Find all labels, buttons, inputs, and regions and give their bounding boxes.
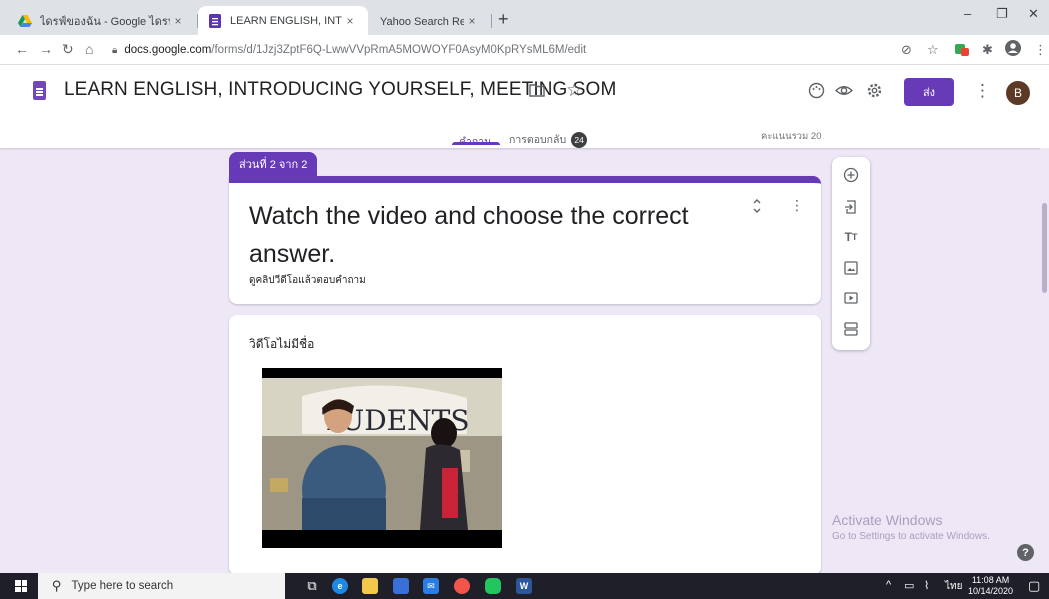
windows-start-icon[interactable]: [15, 580, 27, 592]
maximize-button[interactable]: ❐: [996, 6, 1008, 22]
edge-browser-icon[interactable]: e: [332, 578, 348, 594]
chrome-icon[interactable]: [454, 578, 470, 594]
add-video-icon[interactable]: [841, 288, 861, 308]
minimize-button[interactable]: –: [964, 6, 971, 21]
tab-google-forms[interactable]: LEARN ENGLISH, INTRODUCING ×: [198, 6, 368, 35]
section-badge: ส่วนที่ 2 จาก 2: [229, 152, 318, 176]
video-item-card[interactable]: วิดีโอไม่มีชื่อ TUDENTS: [229, 315, 821, 575]
tab-separator: [491, 14, 492, 28]
taskbar-search-box[interactable]: ⚲ Type here to search: [38, 573, 285, 599]
forward-icon[interactable]: →: [39, 41, 53, 57]
section-title[interactable]: Watch the video and choose the correct a…: [249, 197, 729, 273]
import-questions-icon[interactable]: [841, 197, 861, 217]
google-forms-logo-icon: [33, 81, 46, 100]
eye-slash-icon[interactable]: ⊘: [901, 42, 912, 58]
microsoft-store-icon[interactable]: [393, 578, 409, 594]
reload-icon[interactable]: ↻: [62, 41, 74, 58]
wifi-icon[interactable]: ⌇: [924, 579, 929, 592]
browser-tab-strip: ไดรฟ์ของฉัน - Google ไดรฟ์ × LEARN ENGLI…: [0, 0, 1049, 35]
tab-yahoo-search[interactable]: Yahoo Search Results - การค้นหาเว็บ ×: [368, 6, 490, 35]
profile-icon[interactable]: [1005, 40, 1021, 59]
clock-date: 10/14/2020: [968, 586, 1014, 596]
add-section-icon[interactable]: [841, 319, 861, 339]
forms-header: LEARN ENGLISH, INTRODUCING YOURSELF, MEE…: [0, 65, 1049, 148]
windows-taskbar: ⚲ Type here to search ⧉ e ✉ W ^ ▭ ⌇ ไทย …: [0, 573, 1049, 599]
google-forms-icon: [208, 13, 222, 28]
watermark-line-1: Activate Windows: [832, 512, 943, 528]
total-points: คะแนนรวม 20: [761, 131, 822, 142]
clock-time: 11:08 AM: [971, 575, 1010, 585]
taskbar-search-placeholder: Type here to search: [71, 580, 174, 592]
activate-windows-watermark: Activate Windows Go to Settings to activ…: [832, 512, 990, 542]
word-icon[interactable]: W: [516, 578, 532, 594]
section-more-icon[interactable]: ⋮: [790, 197, 804, 214]
send-button[interactable]: ส่ง: [904, 78, 954, 106]
file-explorer-icon[interactable]: [362, 578, 378, 594]
active-tab-indicator: [452, 142, 500, 145]
line-app-icon[interactable]: [485, 578, 501, 594]
palette-icon[interactable]: [808, 82, 825, 104]
preview-eye-icon[interactable]: [834, 82, 854, 104]
mail-icon[interactable]: ✉: [423, 578, 439, 594]
scrollbar-thumb[interactable]: [1042, 203, 1047, 293]
google-drive-icon: [18, 14, 32, 28]
lock-icon: 🔒︎: [112, 44, 118, 56]
tab-close-icon[interactable]: ×: [464, 14, 480, 28]
section-header-card[interactable]: Watch the video and choose the correct a…: [229, 176, 821, 304]
page-scrollbar[interactable]: [1040, 148, 1049, 573]
star-icon[interactable]: ☆: [566, 79, 583, 102]
folder-icon[interactable]: [529, 82, 545, 102]
response-count-badge: 24: [571, 131, 588, 148]
close-window-button[interactable]: ✕: [1028, 6, 1039, 22]
tab-close-icon[interactable]: ×: [342, 14, 358, 28]
search-icon: ⚲: [52, 578, 62, 593]
home-icon[interactable]: ⌂: [85, 41, 93, 57]
bookmark-star-icon[interactable]: ☆: [927, 42, 939, 58]
avatar[interactable]: B: [1006, 81, 1030, 105]
collapse-icon[interactable]: [752, 199, 762, 216]
tab-google-drive[interactable]: ไดรฟ์ของฉัน - Google ไดรฟ์ ×: [8, 6, 196, 35]
more-options-icon[interactable]: ⋮: [974, 81, 991, 101]
browser-toolbar: ← → ↻ ⌂ 🔒︎ docs.google.com/forms/d/1Jzj3…: [0, 35, 1049, 65]
settings-gear-icon[interactable]: [866, 82, 883, 104]
tab-responses[interactable]: การตอบกลับ 24: [509, 131, 588, 148]
video-title: วิดีโอไม่มีชื่อ: [249, 337, 315, 351]
add-item-toolbar: TT: [832, 157, 870, 350]
new-tab-button[interactable]: +: [498, 9, 509, 30]
add-image-icon[interactable]: [841, 258, 861, 278]
chrome-menu-icon[interactable]: ⋮: [1034, 42, 1047, 58]
extension-badge-icon[interactable]: [955, 42, 969, 59]
tray-chevron-icon[interactable]: ^: [886, 579, 891, 591]
help-icon[interactable]: ?: [1017, 544, 1034, 561]
tab-title: ไดรฟ์ของฉัน - Google ไดรฟ์: [40, 15, 170, 28]
add-question-icon[interactable]: [841, 165, 861, 185]
task-view-icon[interactable]: ⧉: [304, 578, 320, 594]
tab-title: LEARN ENGLISH, INTRODUCING: [230, 14, 342, 27]
video-frame-image: TUDENTS: [262, 368, 502, 548]
tab-close-icon[interactable]: ×: [170, 14, 186, 28]
add-title-icon[interactable]: TT: [841, 227, 861, 247]
url-host: docs.google.com: [124, 44, 212, 56]
puzzle-extensions-icon[interactable]: ✱: [982, 42, 993, 58]
section-description[interactable]: ดูคลิปวีดีโอแล้วตอบคำถาม: [249, 273, 366, 288]
back-icon[interactable]: ←: [15, 41, 29, 57]
tab-responses-label: การตอบกลับ: [509, 134, 567, 146]
taskbar-clock[interactable]: 11:08 AM 10/14/2020: [968, 575, 1013, 597]
url-path: /forms/d/1Jzj3ZptF6Q-LwwVVpRmA5MOWOYF0As…: [211, 44, 587, 56]
video-thumbnail[interactable]: TUDENTS: [262, 368, 502, 548]
watermark-line-2: Go to Settings to activate Windows.: [832, 531, 990, 542]
language-indicator[interactable]: ไทย: [945, 579, 962, 594]
address-bar[interactable]: 🔒︎ docs.google.com/forms/d/1Jzj3ZptF6Q-L…: [112, 38, 892, 62]
battery-icon[interactable]: ▭: [904, 579, 914, 592]
tab-title: Yahoo Search Results - การค้นหาเว็บ: [380, 15, 464, 28]
notification-center-icon[interactable]: ▢: [1028, 578, 1040, 594]
